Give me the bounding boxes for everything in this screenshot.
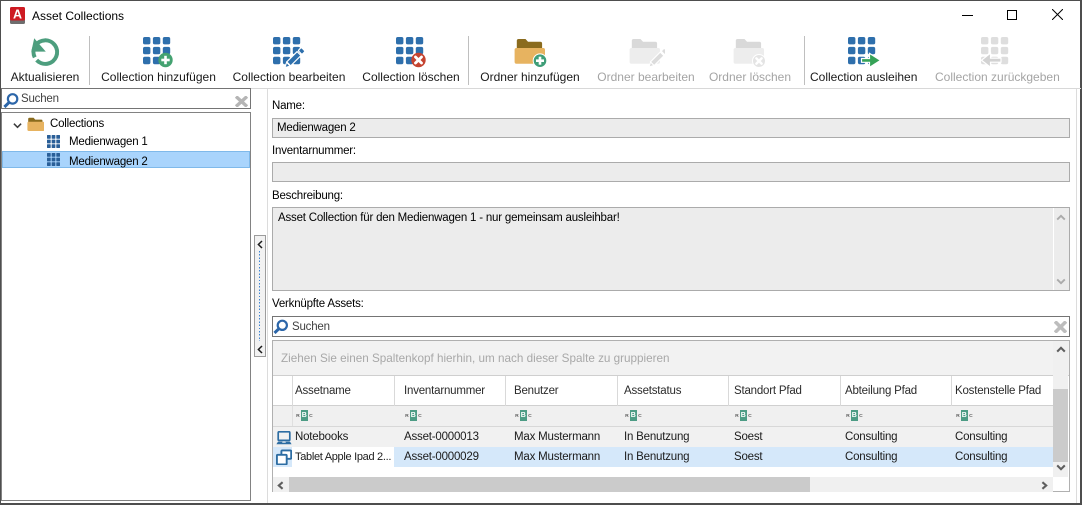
svg-text:A: A	[13, 8, 22, 22]
